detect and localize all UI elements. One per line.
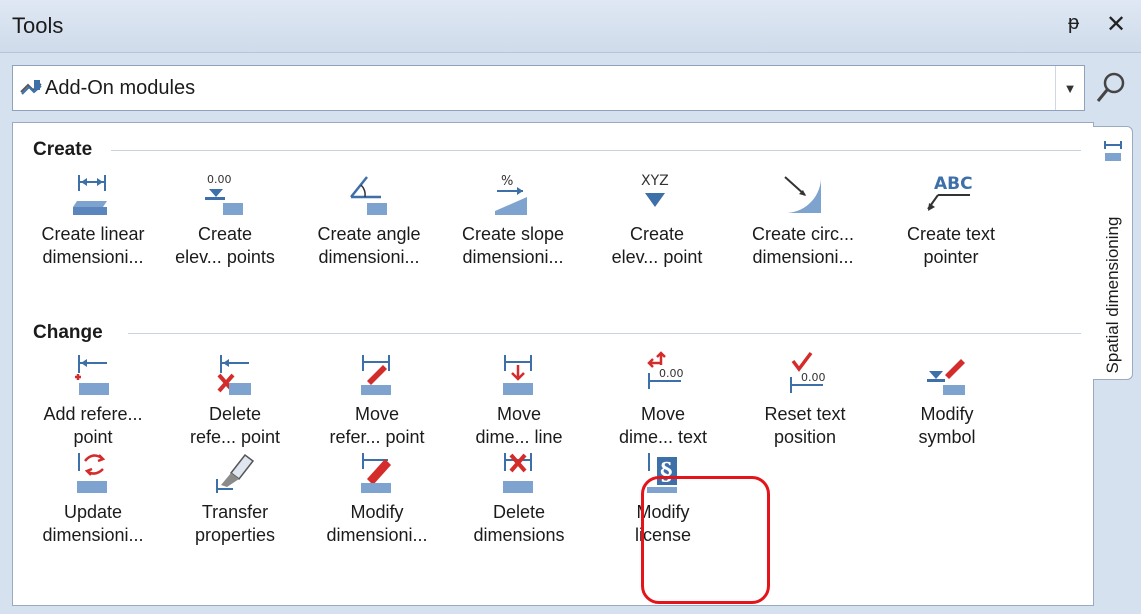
move-dimension-line-icon	[503, 355, 533, 395]
svg-text:ABC: ABC	[934, 174, 973, 194]
paintbrush-icon	[216, 453, 255, 493]
modify-dimension-icon	[361, 453, 391, 493]
svg-text:%: %	[501, 174, 513, 189]
tool-label: Modify dimensioni...	[326, 502, 428, 545]
move-dimension-text-button[interactable]: 0.00 Move dime... text	[589, 351, 737, 449]
create-slope-dimension-button[interactable]: % Create slope dimensioni...	[439, 171, 587, 269]
dropdown-value: Add-On modules	[45, 77, 196, 99]
window-title: Tools	[12, 13, 64, 38]
section-title-change: Change	[33, 322, 103, 343]
section-divider	[111, 150, 1081, 151]
delete-dimensions-icon	[503, 453, 533, 493]
module-dropdown[interactable]: Add-On modules ▼	[12, 65, 1085, 111]
tool-label: Delete dimensions	[473, 502, 565, 545]
delete-reference-point-icon	[217, 355, 251, 395]
title-bar: Tools ᵽ ✕	[0, 0, 1141, 53]
section-title-create: Create	[33, 139, 93, 160]
tool-label: Create text pointer	[906, 224, 996, 267]
highlight-box	[641, 476, 770, 604]
linear-dimension-icon	[73, 175, 107, 215]
section-divider	[128, 333, 1081, 334]
circle-dimension-icon	[784, 175, 822, 213]
modify-dimension-button[interactable]: Modify dimensioni...	[303, 449, 451, 547]
tools-panel: Create Change Create linear dimensioni...…	[12, 122, 1094, 606]
svg-text:0.00: 0.00	[659, 367, 684, 380]
add-on-modules-icon	[20, 80, 42, 95]
delete-dimensions-button[interactable]: Delete dimensions	[445, 449, 593, 547]
delete-reference-point-button[interactable]: Delete refe... point	[161, 351, 309, 449]
chevron-down-icon[interactable]: ▼	[1055, 66, 1084, 110]
elevation-points-icon: 0.00	[205, 173, 243, 215]
spatial-dimensioning-tab[interactable]: Spatial dimensioning	[1093, 126, 1133, 380]
tool-label: Move dime... line	[475, 404, 563, 447]
tool-label: Move refer... point	[329, 404, 425, 447]
tool-label: Reset text position	[764, 404, 846, 447]
text-pointer-icon: ABC	[927, 174, 973, 211]
tool-label: Create elev... points	[175, 224, 275, 267]
tool-label: Create elev... point	[611, 224, 703, 267]
modify-symbol-icon	[927, 359, 965, 395]
update-dimension-button[interactable]: Update dimensioni...	[19, 449, 167, 547]
tool-label: Create angle dimensioni...	[317, 224, 421, 267]
svg-text:XYZ: XYZ	[641, 173, 669, 189]
create-text-pointer-button[interactable]: ABC Create text pointer	[877, 171, 1025, 269]
tool-label: Add refere... point	[43, 404, 143, 447]
move-reference-point-button[interactable]: Move refer... point	[303, 351, 451, 449]
tool-label: Transfer properties	[194, 502, 276, 545]
transfer-properties-button[interactable]: Transfer properties	[161, 449, 309, 547]
slope-dimension-icon: %	[495, 174, 527, 215]
tool-label: Modify symbol	[918, 404, 976, 447]
tools-window: Tools ᵽ ✕ Add-On modules ▼ Create Change	[0, 0, 1141, 614]
create-circle-dimension-button[interactable]: Create circ... dimensioni...	[729, 171, 877, 269]
svg-text:0.00: 0.00	[207, 173, 232, 186]
reset-text-position-icon: 0.00	[790, 351, 826, 393]
close-icon[interactable]: ✕	[1106, 10, 1126, 39]
xyz-point-icon: XYZ	[641, 173, 669, 207]
reset-text-position-button[interactable]: 0.00 Reset text position	[731, 351, 879, 449]
move-dimension-line-button[interactable]: Move dime... line	[445, 351, 593, 449]
add-reference-point-button[interactable]: Add refere... point	[19, 351, 167, 449]
tool-label: Create circ... dimensioni...	[751, 224, 855, 267]
tab-label: Spatial dimensioning	[1103, 216, 1122, 374]
update-dimension-icon	[77, 453, 107, 493]
add-reference-point-icon	[75, 355, 109, 395]
create-angle-dimension-button[interactable]: Create angle dimensioni...	[295, 171, 443, 269]
modify-symbol-button[interactable]: Modify symbol	[873, 351, 1021, 449]
dimension-tab-icon	[1104, 141, 1122, 161]
create-elevation-point-button[interactable]: XYZ Create elev... point	[583, 171, 731, 269]
tool-label: Update dimensioni...	[42, 502, 144, 545]
svg-text:0.00: 0.00	[801, 371, 826, 384]
tool-label: Move dime... text	[618, 404, 708, 447]
tool-label: Create linear dimensioni...	[41, 224, 145, 267]
create-linear-dimension-button[interactable]: Create linear dimensioni...	[19, 171, 167, 269]
move-dimension-text-icon: 0.00	[647, 351, 684, 389]
tool-label: Create slope dimensioni...	[461, 224, 565, 267]
move-reference-point-icon	[361, 355, 391, 395]
pin-icon[interactable]: ᵽ	[1068, 12, 1079, 35]
tool-label: Delete refe... point	[189, 404, 281, 447]
create-elevation-points-button[interactable]: 0.00 Create elev... points	[151, 171, 299, 269]
angle-dimension-icon	[350, 176, 387, 215]
search-icon[interactable]	[1094, 70, 1128, 106]
